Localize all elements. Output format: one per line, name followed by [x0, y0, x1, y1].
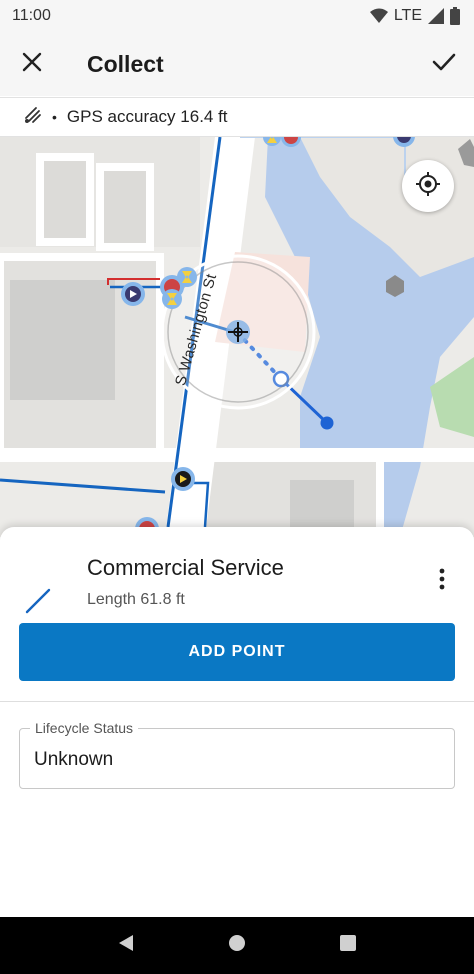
home-button[interactable] [217, 926, 257, 966]
crosshair [226, 320, 250, 344]
more-options-button[interactable] [428, 567, 456, 595]
my-location-button[interactable] [402, 160, 454, 212]
status-bar: 11:00 LTE [0, 0, 474, 32]
recents-icon [339, 934, 357, 957]
check-icon [432, 52, 456, 77]
map-marker [171, 467, 195, 491]
status-time: 11:00 [12, 7, 51, 24]
home-icon [228, 934, 246, 957]
system-nav-bar [0, 917, 474, 974]
back-icon [117, 934, 135, 957]
field-label: Lifecycle Status [30, 720, 139, 736]
confirm-button[interactable] [414, 32, 474, 96]
divider [0, 701, 474, 702]
polyline-icon [24, 587, 52, 620]
map-marker [162, 289, 182, 309]
map-marker [121, 282, 145, 306]
gps-accuracy-label: GPS accuracy 16.4 ft [66, 107, 228, 126]
more-vert-icon [439, 568, 445, 595]
battery-icon [450, 7, 460, 25]
recents-button[interactable] [328, 926, 368, 966]
network-type: LTE [393, 7, 422, 24]
feature-length: Length 61.8 ft [87, 591, 185, 608]
map-marker [177, 267, 197, 287]
add-point-button[interactable]: ADD POINT [19, 623, 455, 681]
map-canvas [0, 137, 474, 537]
close-button[interactable] [0, 32, 64, 96]
gps-accuracy-bar[interactable]: • GPS accuracy 16.4 ft [0, 97, 474, 137]
back-button[interactable] [106, 926, 146, 966]
wifi-icon [369, 8, 388, 24]
lifecycle-status-field[interactable]: Lifecycle Status Unknown [19, 720, 455, 789]
map-view[interactable]: S Washington St [0, 137, 474, 537]
page-title: Collect [87, 50, 164, 77]
signal-icon [428, 8, 444, 24]
my-location-icon [415, 171, 441, 202]
gps-signal-icon [24, 106, 42, 129]
feature-sheet: Commercial Service Length 61.8 ft ADD PO… [0, 527, 474, 917]
app-bar: Collect [0, 32, 474, 96]
field-value: Unknown [34, 749, 114, 770]
feature-name: Commercial Service [87, 555, 284, 580]
close-icon [22, 52, 42, 77]
